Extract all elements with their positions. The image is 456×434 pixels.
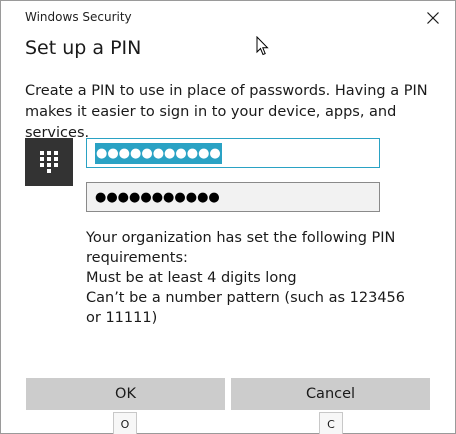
- dialog-description: Create a PIN to use in place of password…: [25, 83, 428, 141]
- confirm-pin-value: ●●●●●●●●●●●: [95, 189, 220, 205]
- new-pin-value: ●●●●●●●●●●●: [95, 142, 222, 164]
- requirement-no-pattern: Can’t be a number pattern (such as 12345…: [86, 290, 405, 306]
- close-button[interactable]: [419, 5, 447, 31]
- new-pin-input[interactable]: ●●●●●●●●●●●: [86, 138, 380, 168]
- dialog-heading: Set up a PIN: [25, 37, 142, 59]
- confirm-pin-input[interactable]: ●●●●●●●●●●●: [86, 182, 380, 212]
- window-title: Windows Security: [25, 10, 132, 24]
- title-bar: Windows Security: [1, 1, 455, 33]
- keypad-icon: [40, 151, 58, 173]
- requirements-intro: Your organization has set the following …: [86, 230, 396, 246]
- close-icon: [427, 12, 439, 24]
- cancel-button[interactable]: Cancel: [231, 378, 430, 410]
- requirements-intro-cont: requirements:: [86, 250, 188, 266]
- mouse-cursor: [256, 36, 269, 56]
- ok-keytip: O: [113, 412, 137, 434]
- windows-security-dialog: Windows Security Set up a PIN Create a P…: [0, 0, 456, 434]
- keypad-tile: [25, 138, 73, 186]
- cancel-keytip: C: [319, 412, 343, 434]
- pin-requirements: Your organization has set the following …: [86, 228, 406, 328]
- requirement-min-length: Must be at least 4 digits long: [86, 270, 297, 286]
- ok-button[interactable]: OK: [26, 378, 225, 410]
- requirement-no-pattern-cont: or 11111): [86, 310, 158, 326]
